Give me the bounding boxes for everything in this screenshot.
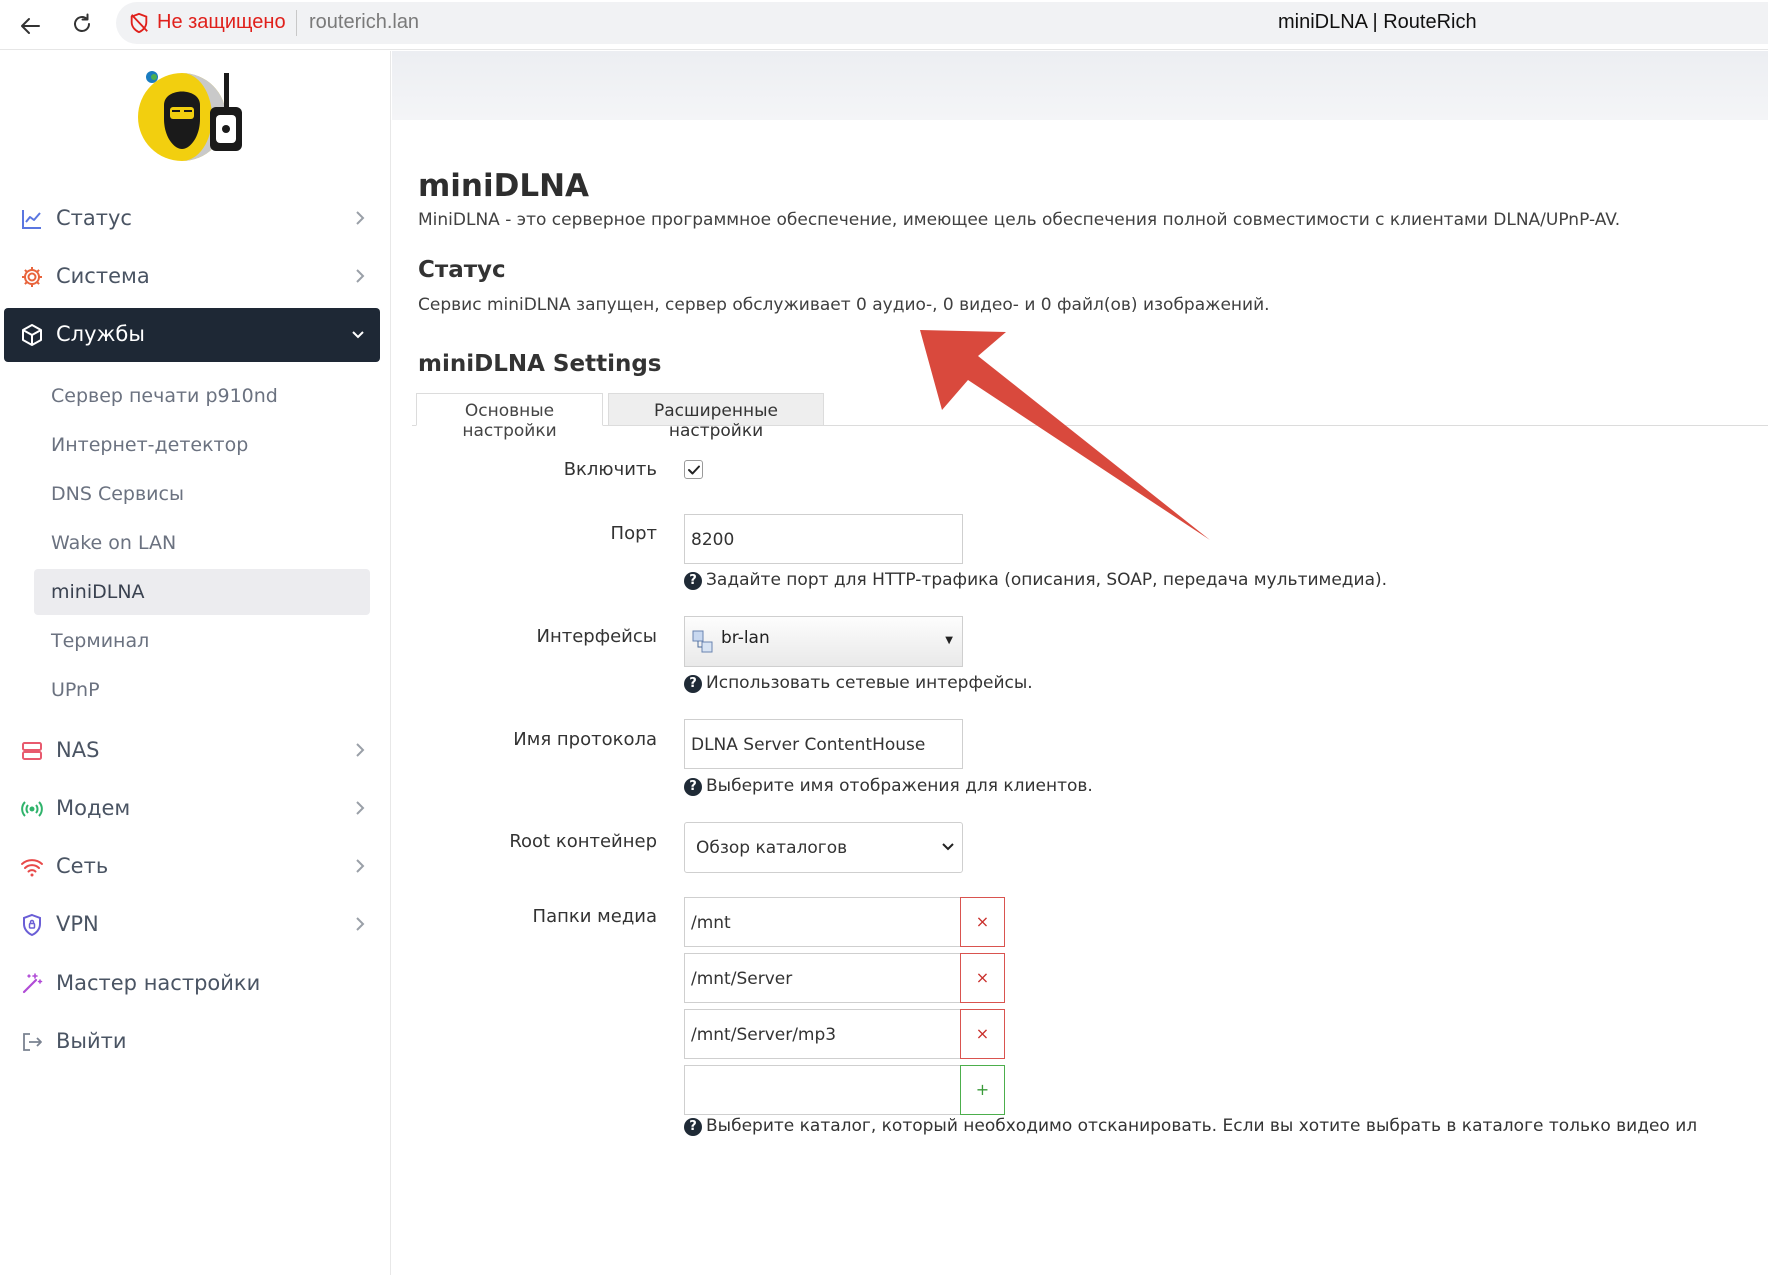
not-secure-label: Не защищено [157, 11, 286, 33]
sidebar-item-label: VPN [56, 912, 99, 936]
submenu-item-upnp[interactable]: UPnP [34, 667, 370, 713]
box-icon [22, 324, 42, 346]
sidebar-item-services[interactable]: Службы [4, 308, 380, 362]
sidebar-item-label: Службы [56, 322, 145, 346]
interfaces-label: Интерфейсы [536, 626, 658, 647]
main-header-band [392, 51, 1768, 120]
friendly-name-input[interactable]: DLNA Server ContentHouse [684, 719, 963, 769]
logout-icon [23, 1033, 42, 1051]
remove-media-dir-button[interactable]: × [960, 897, 1005, 947]
sidebar-item-label: Система [56, 264, 150, 288]
settings-heading: miniDLNA Settings [418, 351, 662, 377]
media-dir-input[interactable]: /mnt/Server/mp3 [684, 1009, 961, 1059]
page-description: MiniDLNA - это серверное программное обе… [418, 210, 1621, 230]
remove-media-dir-button[interactable]: × [960, 953, 1005, 1003]
broadcast-icon [21, 801, 43, 817]
chevron-right-icon [356, 269, 365, 283]
gear-icon [22, 267, 42, 287]
sidebar-item-label: Сеть [56, 854, 109, 878]
annotation-arrow [920, 330, 1210, 540]
chart-line-icon [22, 210, 41, 229]
media-dir-input[interactable]: /mnt [684, 897, 961, 947]
browser-toolbar: Не защищено routerich.lan miniDLNA | Rou… [0, 0, 1768, 50]
page-title: miniDLNA [418, 168, 590, 204]
sidebar-item-label: Статус [56, 206, 132, 230]
routerich-logo [138, 71, 242, 161]
address-divider [296, 10, 297, 36]
sidebar-item-modem[interactable]: Модем [4, 782, 380, 836]
chevron-right-icon [356, 801, 365, 815]
caret-down-icon: ▼ [945, 635, 953, 646]
tab-advanced-settings[interactable]: Расширенные настройки [608, 393, 824, 441]
help-icon: ? [684, 572, 702, 590]
submenu-item-internet-detector[interactable]: Интернет-детектор [34, 422, 370, 468]
address-bar[interactable]: Не защищено routerich.lan miniDLNA | Rou… [116, 2, 1768, 44]
sidebar-item-nas[interactable]: NAS [4, 724, 380, 778]
sidebar-item-logout[interactable]: Выйти [4, 1015, 380, 1069]
magic-wand-icon [22, 973, 43, 994]
chevron-right-icon [356, 211, 365, 225]
sidebar-item-label: Мастер настройки [56, 971, 261, 995]
chevron-right-icon [356, 917, 365, 931]
chevron-right-icon [356, 743, 365, 757]
submenu-item-minidlna[interactable]: miniDLNA [34, 569, 370, 615]
submenu-item-wake-on-lan[interactable]: Wake on LAN [34, 520, 370, 566]
arrow-left-icon [21, 18, 40, 34]
help-icon: ? [684, 675, 702, 693]
sidebar-item-network[interactable]: Сеть [4, 840, 380, 894]
root-container-label: Root контейнер [509, 831, 657, 852]
sidebar-item-label: NAS [56, 738, 100, 762]
enable-label: Включить [563, 459, 657, 480]
media-dirs-label: Папки медиа [532, 906, 657, 927]
new-media-dir-input[interactable] [684, 1065, 961, 1115]
media-dir-input[interactable]: /mnt/Server [684, 953, 961, 1003]
server-icon [22, 742, 42, 760]
sidebar-item-vpn[interactable]: VPN [4, 898, 380, 952]
sidebar-item-status[interactable]: Статус [4, 192, 380, 246]
submenu-item-dns-services[interactable]: DNS Сервисы [34, 471, 370, 517]
back-button[interactable] [12, 8, 48, 44]
sidebar-item-label: Модем [56, 796, 131, 820]
root-container-select[interactable]: Обзор каталогов [684, 822, 963, 873]
network-interface-icon [692, 630, 713, 653]
reload-button[interactable] [64, 6, 100, 42]
url-text[interactable]: routerich.lan [309, 11, 419, 34]
submenu-item-print-server[interactable]: Сервер печати p910nd [34, 373, 370, 419]
wifi-icon [21, 859, 43, 877]
chevron-right-icon [356, 859, 365, 873]
sidebar-item-system[interactable]: Система [4, 250, 380, 304]
media-dirs-help: ? Выберите каталог, который необходимо от… [684, 1116, 1697, 1136]
sidebar: Статус Система Службы Сервер печати p910… [0, 51, 391, 1275]
tab-basic-settings[interactable]: Основные настройки [416, 393, 603, 441]
add-media-dir-button[interactable]: + [960, 1065, 1005, 1115]
tab-title: miniDLNA | RouteRich [1278, 11, 1477, 33]
status-heading: Статус [418, 257, 506, 283]
checkmark-icon [688, 465, 700, 475]
port-help: ? Задайте порт для HTTP-трафика (описания… [684, 570, 1387, 590]
submenu-item-terminal[interactable]: Терминал [34, 618, 370, 664]
shield-lock-icon [23, 913, 41, 937]
friendly-name-help: ? Выберите имя отображения для клиентов. [684, 776, 1093, 796]
port-label: Порт [610, 523, 657, 544]
not-secure-shield-icon [130, 12, 148, 34]
friendly-name-label: Имя протокола [513, 729, 657, 750]
sidebar-item-setup-wizard[interactable]: Мастер настройки [4, 957, 380, 1011]
interfaces-dropdown[interactable]: br-lan ▼ [684, 616, 963, 667]
chevron-down-icon [942, 843, 954, 851]
sidebar-item-label: Выйти [56, 1029, 127, 1053]
help-icon: ? [684, 778, 702, 796]
reload-icon [74, 13, 90, 32]
enable-checkbox[interactable] [684, 460, 703, 479]
interfaces-help: ? Использовать сетевые интерфейсы. [684, 673, 1033, 693]
chevron-down-icon [352, 331, 364, 339]
help-icon: ? [684, 1118, 702, 1136]
remove-media-dir-button[interactable]: × [960, 1009, 1005, 1059]
